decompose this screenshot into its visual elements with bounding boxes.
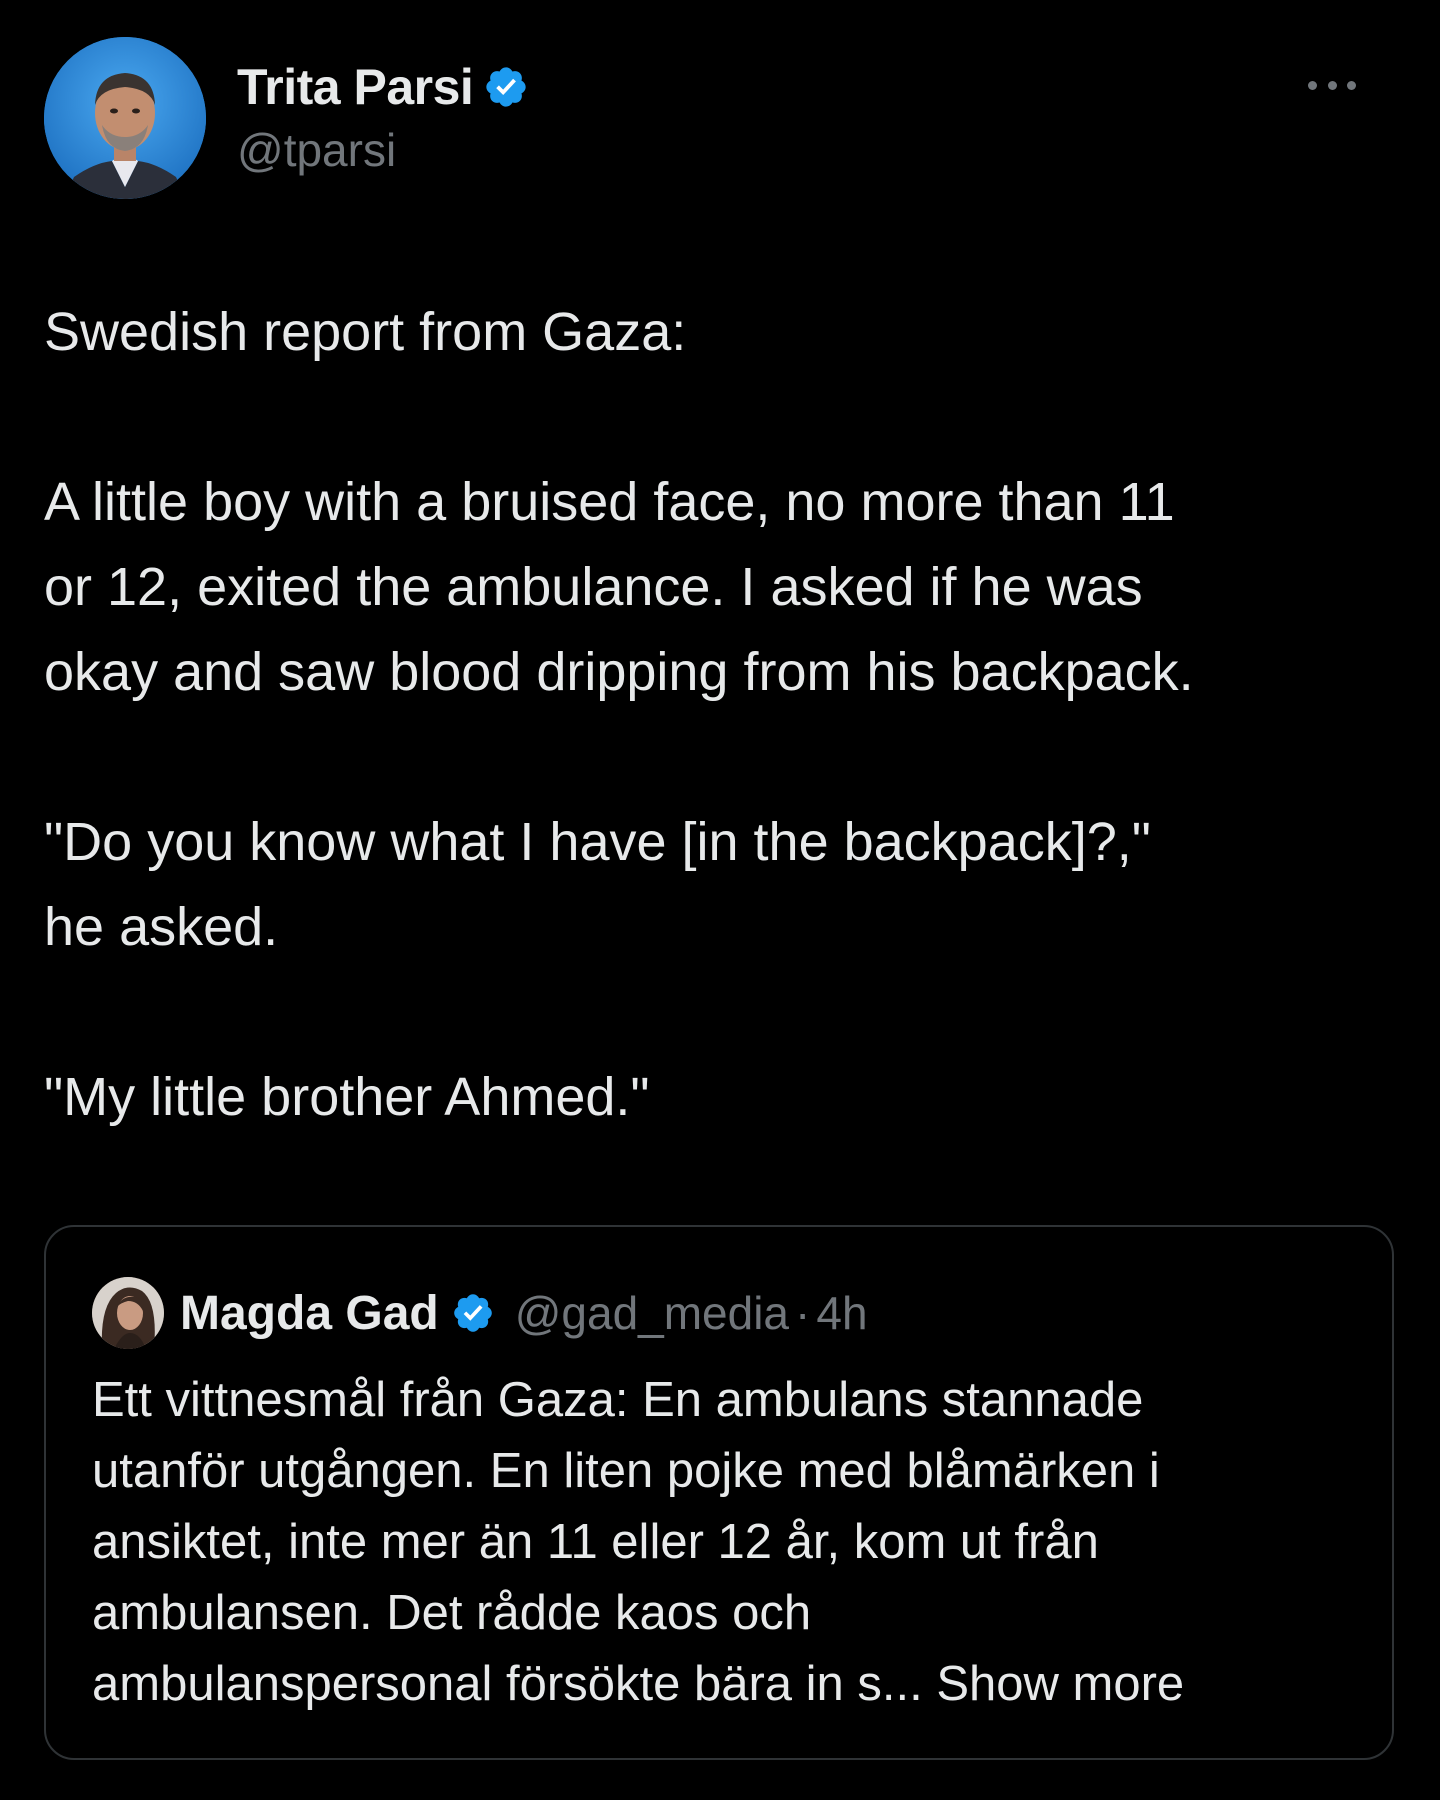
tweet-paragraph: "My little brother Ahmed." <box>44 1067 650 1127</box>
tweet-paragraph: "Do you know what I have [in the backpac… <box>44 812 1151 957</box>
verified-badge-icon <box>486 67 526 107</box>
author-handle[interactable]: @tparsi <box>237 123 529 177</box>
author-display-name[interactable]: Trita Parsi <box>237 58 474 116</box>
separator-dot: · <box>795 1287 811 1339</box>
author-avatar-image <box>44 37 206 199</box>
more-dot <box>1327 80 1337 90</box>
quoted-tweet-text-container: Ett vittnesmål från Gaza: En ambulans st… <box>92 1365 1362 1720</box>
quoted-author-avatar-image <box>92 1277 164 1349</box>
quoted-tweet-card[interactable]: Magda Gad @gad_media · 4h Ett vittnesmål… <box>44 1225 1394 1760</box>
tweet-header: Trita Parsi @tparsi <box>44 37 1396 202</box>
show-more-link[interactable]: Show more <box>936 1657 1184 1711</box>
tweet-paragraph: Swedish report from Gaza: <box>44 302 687 362</box>
tweet-body: Swedish report from Gaza: A little boy w… <box>44 290 1404 1140</box>
more-options-icon[interactable] <box>1308 73 1356 97</box>
quoted-author-display-name[interactable]: Magda Gad <box>180 1286 439 1341</box>
more-dot <box>1308 80 1317 90</box>
quoted-author-avatar[interactable] <box>92 1277 164 1349</box>
tweet-paragraph: A little boy with a bruised face, no mor… <box>44 472 1194 702</box>
quoted-author-handle[interactable]: @gad_media <box>515 1286 789 1340</box>
tweet-detail-page: Trita Parsi @tparsi Swedish report from … <box>0 0 1440 1800</box>
verified-badge-icon <box>453 1294 492 1332</box>
author-name-row: Trita Parsi <box>237 55 529 119</box>
author-avatar[interactable] <box>44 37 206 199</box>
author-info: Trita Parsi @tparsi <box>237 55 529 177</box>
quoted-tweet-header: Magda Gad @gad_media · 4h <box>92 1275 868 1351</box>
quoted-tweet-timestamp[interactable]: 4h <box>816 1286 867 1340</box>
more-dot <box>1347 80 1356 90</box>
